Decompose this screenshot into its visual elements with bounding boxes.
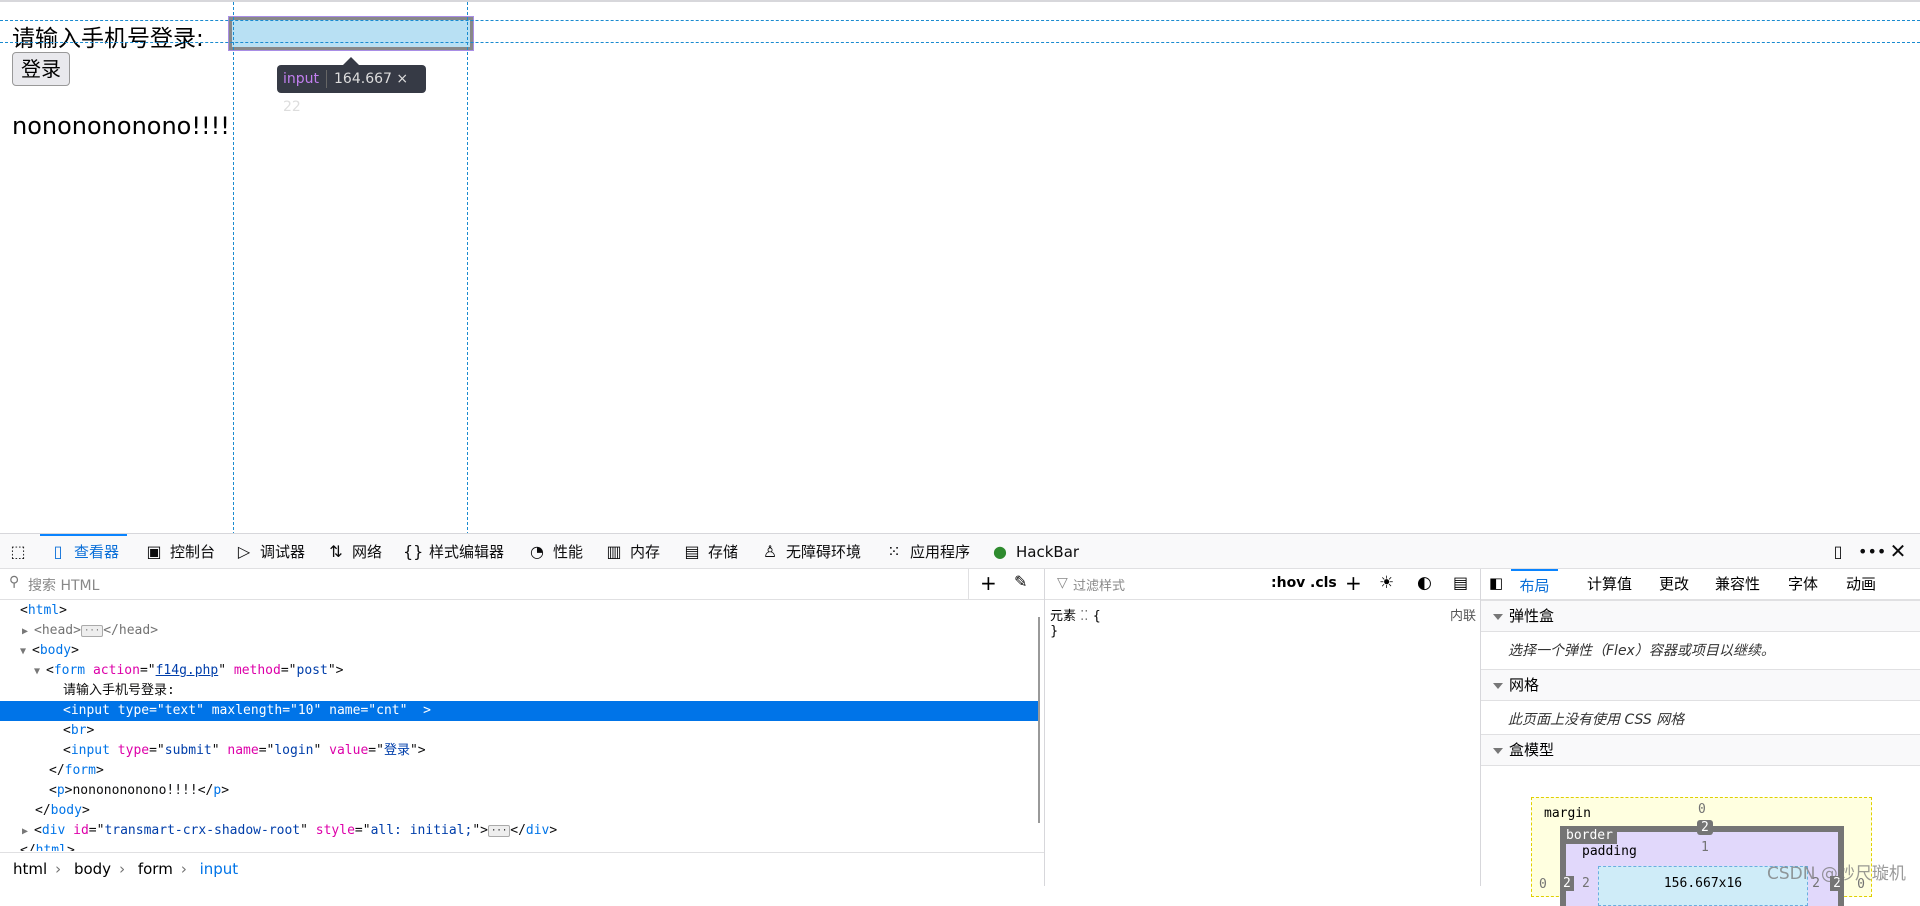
- tab-debugger[interactable]: ▷ 调试器: [234, 534, 305, 569]
- style-editor-icon: {}: [403, 542, 424, 561]
- tab-computed[interactable]: 计算值: [1587, 569, 1632, 600]
- tab-layout[interactable]: 布局: [1511, 569, 1558, 600]
- light-scheme-icon[interactable]: ☀: [1379, 573, 1394, 593]
- filter-icon: ▽: [1057, 575, 1068, 591]
- tree-node-html-close[interactable]: </html>: [0, 841, 1040, 851]
- breadcrumb-input[interactable]: input: [200, 860, 239, 878]
- dock-button[interactable]: ▯: [1828, 534, 1854, 569]
- more-icon: •••: [1858, 542, 1887, 561]
- tree-node-form-close[interactable]: </form>: [0, 761, 1040, 781]
- hov-button[interactable]: :hov: [1271, 575, 1305, 591]
- filter-styles-input[interactable]: 过滤样式: [1073, 575, 1125, 594]
- tab-accessibility[interactable]: ♙ 无障碍环境: [760, 534, 861, 569]
- tree-node-html[interactable]: <html>: [0, 601, 1040, 621]
- tree-node-body-close[interactable]: </body>: [0, 801, 1040, 821]
- markup-panel: ⚲ 搜索 HTML + ✎ <html> ▶ <head> ··· </head> ▼…: [0, 569, 1045, 886]
- print-media-icon[interactable]: ▤: [1453, 573, 1468, 592]
- box-model-section[interactable]: 盒模型: [1481, 734, 1920, 766]
- add-rule-icon[interactable]: +: [1345, 571, 1362, 595]
- breadcrumb-form[interactable]: form: [138, 860, 173, 878]
- application-icon: ⁙: [887, 542, 901, 561]
- guide-line: [467, 2, 468, 535]
- pick-element-icon: ⬚: [10, 542, 26, 561]
- dock-icon: ▯: [1833, 542, 1843, 561]
- tree-node-form[interactable]: ▼ <form action="f14g.php" method="post">: [0, 661, 1040, 681]
- close-button[interactable]: ✕: [1888, 534, 1914, 569]
- tree-node-body[interactable]: ▼ <body>: [0, 641, 1040, 661]
- tree-node-text[interactable]: 请输入手机号登录:: [0, 681, 1040, 701]
- memory-icon: ▥: [606, 542, 622, 561]
- flexbox-note: 选择一个弹性（Flex）容器或项目以继续。: [1508, 643, 1775, 659]
- tab-memory[interactable]: ▥ 内存: [604, 534, 660, 569]
- storage-icon: ▤: [684, 542, 700, 561]
- tab-application[interactable]: ⁙ 应用程序: [884, 534, 970, 569]
- guide-line: [0, 42, 1920, 43]
- tab-storage[interactable]: ▤ 存储: [682, 534, 738, 569]
- grid-note: 此页面上没有使用 CSS 网格: [1508, 712, 1685, 728]
- phone-label: 请输入手机号登录:: [12, 26, 204, 52]
- inline-label: 内联: [1449, 609, 1476, 624]
- html-search-input[interactable]: 搜索 HTML: [28, 575, 99, 595]
- eyedropper-icon[interactable]: ✎: [1014, 572, 1027, 591]
- login-button[interactable]: 登录: [12, 52, 70, 86]
- tooltip-tag: input: [283, 71, 320, 87]
- hackbar-icon: ●: [993, 542, 1007, 561]
- phone-input[interactable]: [228, 16, 474, 51]
- layout-panel: ◧ 布局 计算值 更改 兼容性 字体 动画 弹性盒 选择一个弹性（Flex）容器…: [1481, 569, 1920, 906]
- tab-changes[interactable]: 更改: [1659, 569, 1689, 600]
- tab-compatibility[interactable]: 兼容性: [1715, 569, 1760, 600]
- breadcrumb-html[interactable]: html: [13, 860, 47, 878]
- grid-section[interactable]: 网格: [1481, 669, 1920, 701]
- flexbox-section[interactable]: 弹性盒: [1481, 600, 1920, 632]
- pick-element-button[interactable]: ⬚: [8, 534, 34, 569]
- tree-node-p[interactable]: <p>nononononono!!!!</p>: [0, 781, 1040, 801]
- message-text: nononononono!!!!: [12, 112, 230, 140]
- tab-hackbar[interactable]: ● HackBar: [990, 534, 1079, 569]
- tab-inspector[interactable]: ▯ 查看器: [40, 534, 128, 569]
- more-button[interactable]: •••: [1858, 534, 1887, 569]
- console-icon: ▣: [146, 542, 162, 561]
- network-icon: ⇅: [329, 542, 343, 561]
- tab-performance[interactable]: ◔ 性能: [527, 534, 583, 569]
- element-rule: 元素 ⁚⁚ {}: [1050, 609, 1101, 639]
- html-search-bar: ⚲ 搜索 HTML + ✎: [0, 569, 1044, 600]
- close-icon: ✕: [1889, 539, 1907, 563]
- inspector-icon: ▯: [53, 542, 63, 561]
- toggle-sidebar-icon[interactable]: ◧: [1489, 574, 1503, 592]
- html-tree: <html> ▶ <head> ··· </head> ▼ <body> ▼ <form …: [0, 600, 1040, 851]
- tree-node-head[interactable]: ▶ <head> ··· </head>: [0, 621, 1040, 641]
- performance-icon: ◔: [530, 542, 544, 561]
- tab-style-editor[interactable]: {} 样式编辑器: [403, 534, 504, 569]
- tree-node-br[interactable]: <br>: [0, 721, 1040, 741]
- cls-button[interactable]: .cls: [1310, 575, 1337, 591]
- tab-fonts[interactable]: 字体: [1788, 569, 1818, 600]
- tree-node-div[interactable]: ▶ <div id="transmart-crx-shadow-root" sty…: [0, 821, 1040, 841]
- guide-line: [233, 2, 234, 535]
- add-node-icon[interactable]: +: [980, 571, 997, 595]
- watermark: CSDN @妙尺璇机: [1767, 864, 1906, 884]
- search-icon: ⚲: [9, 574, 20, 590]
- guide-line: [0, 20, 1920, 21]
- dark-scheme-icon[interactable]: ◐: [1417, 573, 1432, 593]
- tree-scrollbar[interactable]: [1038, 617, 1040, 823]
- rules-toolbar: ▽ 过滤样式 :hov .cls + ☀ ◐ ▤: [1045, 569, 1480, 600]
- breadcrumb-body[interactable]: body: [74, 860, 111, 878]
- tree-node-input-selected[interactable]: <input type="text" maxlength="10" name="…: [0, 701, 1040, 721]
- debugger-icon: ▷: [237, 542, 251, 561]
- element-tooltip: input 164.667 × 22: [277, 57, 426, 115]
- accessibility-icon: ♙: [762, 542, 778, 561]
- rules-panel: ▽ 过滤样式 :hov .cls + ☀ ◐ ▤ 元素 ⁚⁚ {} 内联: [1045, 569, 1481, 886]
- devtools-toolbar: ⬚ ▯ 查看器 ▣ 控制台 ▷ 调试器 ⇅ 网络 {} 样式编辑器 ◔ 性能 ▥ 内存 ▤ 存储…: [0, 533, 1920, 569]
- breadcrumb: html › body › form › input: [0, 852, 1044, 886]
- layout-tabs: ◧ 布局 计算值 更改 兼容性 字体 动画: [1481, 569, 1920, 600]
- page-viewport: 请输入手机号登录: 登录 nononononono!!!! input 164.6…: [0, 0, 1920, 535]
- tab-console[interactable]: ▣ 控制台: [144, 534, 215, 569]
- tree-node-submit[interactable]: <input type="submit" name="login" value=…: [0, 741, 1040, 761]
- tab-network[interactable]: ⇅ 网络: [326, 534, 382, 569]
- tab-animations[interactable]: 动画: [1846, 569, 1876, 600]
